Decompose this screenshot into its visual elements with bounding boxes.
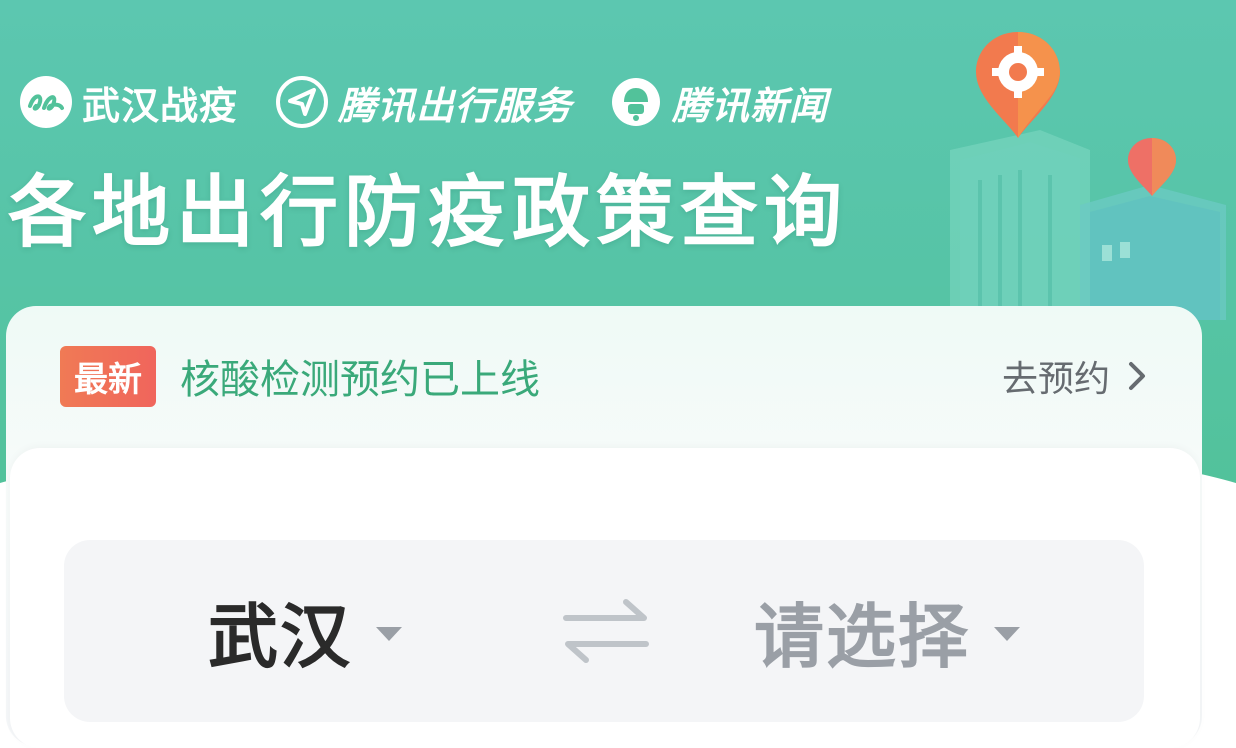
book-link[interactable]: 去预约 — [1002, 350, 1152, 402]
to-city-select[interactable]: 请选择 — [754, 540, 1022, 722]
brand-row: 武汉战疫 腾讯出行服务 腾讯新闻 — [18, 72, 864, 132]
page-title: 各地出行防疫政策查询 — [8, 168, 849, 258]
caret-down-icon — [994, 627, 1020, 641]
swap-icon[interactable] — [560, 596, 652, 666]
to-city-placeholder: 请选择 — [754, 595, 970, 678]
from-city-value: 武汉 — [208, 595, 352, 678]
city-selector-bar: 武汉 请选择 — [64, 540, 1144, 722]
wuhan-fight-logo-icon — [18, 74, 74, 130]
route-select-card: 武汉 请选择 — [10, 448, 1200, 748]
brand-label: 腾讯新闻 — [672, 83, 829, 128]
from-city-select[interactable]: 武汉 — [208, 540, 404, 722]
small-location-pin-icon — [1128, 138, 1176, 196]
brand-wuhan: 武汉战疫 — [18, 74, 238, 130]
brand-label: 武汉战疫 — [82, 83, 239, 128]
new-badge: 最新 — [60, 345, 156, 407]
brand-tencent-news: 腾讯新闻 — [608, 74, 828, 130]
chevron-right-icon — [1129, 362, 1145, 390]
tencent-news-icon — [608, 74, 664, 130]
location-pin-icon — [976, 32, 1060, 138]
city-buildings-illustration — [950, 32, 1226, 320]
brand-tencent-travel: 腾讯出行服务 — [274, 74, 572, 130]
notice-row[interactable]: 最新 核酸检测预约已上线 去预约 — [60, 344, 1152, 408]
book-link-label: 去预约 — [1001, 359, 1110, 400]
caret-down-icon — [376, 627, 402, 641]
send-arrow-icon — [274, 74, 330, 130]
brand-label: 腾讯出行服务 — [338, 83, 573, 128]
notice-text: 核酸检测预约已上线 — [180, 357, 540, 403]
